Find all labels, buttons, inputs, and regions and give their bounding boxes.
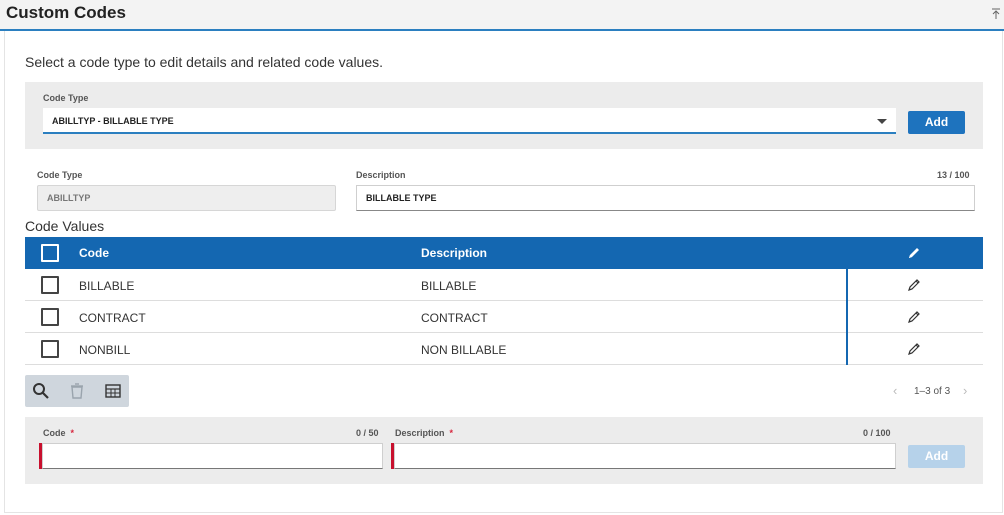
edit-pencil-icon[interactable] — [906, 277, 922, 293]
pager-prev-button[interactable]: ‹ — [893, 383, 897, 398]
select-all-checkbox[interactable] — [41, 244, 59, 262]
code-type-select-label: Code Type — [43, 93, 89, 103]
dropdown-caret-icon[interactable] — [877, 119, 887, 124]
row-checkbox[interactable] — [41, 276, 59, 294]
column-divider — [846, 333, 848, 365]
cell-description: CONTRACT — [421, 311, 488, 325]
new-code-input[interactable] — [39, 443, 383, 469]
column-divider — [846, 269, 848, 301]
required-indicator — [39, 443, 42, 469]
edit-pencil-icon[interactable] — [906, 245, 922, 261]
description-value: BILLABLE TYPE — [366, 193, 437, 203]
row-checkbox[interactable] — [41, 340, 59, 358]
table-row[interactable]: BILLABLE BILLABLE — [25, 269, 983, 301]
description-field[interactable]: BILLABLE TYPE — [356, 185, 975, 211]
cell-code: NONBILL — [79, 343, 131, 357]
required-marker: * — [449, 428, 454, 438]
custom-codes-page: Custom Codes Select a code type to edit … — [0, 0, 1004, 515]
code-type-select[interactable]: ABILLTYP - BILLABLE TYPE — [43, 108, 896, 134]
add-code-type-button[interactable]: Add — [908, 111, 965, 134]
page-header: Custom Codes — [0, 0, 1004, 31]
collapse-up-icon[interactable] — [991, 8, 1001, 20]
code-type-value: ABILLTYP — [47, 193, 91, 203]
description-label: Description — [356, 170, 406, 180]
table-toolbar — [25, 375, 129, 407]
column-divider — [846, 301, 848, 333]
new-description-counter: 0 / 100 — [863, 428, 891, 438]
new-description-label: Description * — [395, 428, 454, 438]
cell-code: CONTRACT — [79, 311, 146, 325]
table-columns-icon[interactable] — [104, 382, 122, 400]
search-icon[interactable] — [32, 382, 50, 400]
edit-pencil-icon[interactable] — [906, 309, 922, 325]
new-description-input[interactable] — [391, 443, 896, 469]
table-row[interactable]: NONBILL NON BILLABLE — [25, 333, 983, 365]
description-counter: 13 / 100 — [937, 170, 970, 180]
pager-next-button[interactable]: › — [963, 383, 967, 398]
cell-description: BILLABLE — [421, 279, 477, 293]
row-checkbox[interactable] — [41, 308, 59, 326]
cell-code: BILLABLE — [79, 279, 135, 293]
pager-status: 1–3 of 3 — [914, 386, 951, 397]
table-header: Code Description — [25, 237, 983, 269]
code-type-field: ABILLTYP — [37, 185, 336, 211]
required-marker: * — [70, 428, 75, 438]
add-code-value-button[interactable]: Add — [908, 445, 965, 468]
code-type-select-value: ABILLTYP - BILLABLE TYPE — [52, 116, 174, 126]
column-header-code[interactable]: Code — [79, 246, 109, 260]
cell-description: NON BILLABLE — [421, 343, 507, 357]
delete-icon[interactable] — [68, 382, 86, 400]
intro-text: Select a code type to edit details and r… — [25, 54, 384, 70]
page-title: Custom Codes — [6, 3, 126, 22]
code-type-label: Code Type — [37, 170, 83, 180]
new-code-counter: 0 / 50 — [356, 428, 379, 438]
code-values-title: Code Values — [25, 218, 105, 234]
new-code-label: Code * — [43, 428, 75, 438]
table-row[interactable]: CONTRACT CONTRACT — [25, 301, 983, 333]
code-values-table: Code Description BILLABLE BILLABLE CONTR… — [25, 237, 983, 365]
required-indicator — [391, 443, 394, 469]
column-header-description[interactable]: Description — [421, 246, 487, 260]
edit-pencil-icon[interactable] — [906, 341, 922, 357]
